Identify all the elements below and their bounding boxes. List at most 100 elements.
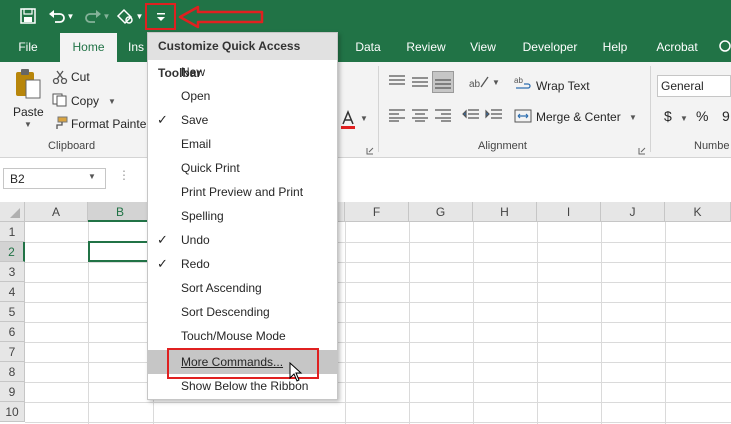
decrease-indent-icon[interactable] (462, 108, 480, 122)
tab-data[interactable]: Data (348, 33, 388, 62)
menu-item-redo[interactable]: ✓ Redo (148, 252, 337, 276)
merge-center-icon[interactable] (514, 108, 532, 124)
tab-view[interactable]: View (462, 33, 504, 62)
tab-developer[interactable]: Developer (516, 33, 584, 62)
tab-acrobat[interactable]: Acrobat (648, 33, 706, 62)
menu-item-email[interactable]: Email (148, 132, 337, 156)
merge-dropdown-icon[interactable]: ▼ (629, 113, 637, 122)
row-header[interactable]: 3 (0, 262, 25, 282)
row-header[interactable]: 10 (0, 402, 25, 422)
menu-item-label: Quick Print (181, 161, 240, 175)
row-header[interactable]: 5 (0, 302, 25, 322)
paste-label[interactable]: Paste (13, 105, 44, 119)
row-header[interactable]: 6 (0, 322, 25, 342)
annotation-arrow (178, 5, 264, 29)
menu-item-label: Email (181, 137, 212, 151)
font-dialog-launcher-icon[interactable] (366, 144, 374, 155)
menu-item-new[interactable]: New (148, 60, 337, 84)
menu-item-sort-descending[interactable]: Sort Descending (148, 300, 337, 324)
row-header[interactable]: 2 (0, 242, 25, 262)
wrap-text-button[interactable]: Wrap Text (536, 79, 590, 93)
orientation-icon[interactable]: ab (468, 74, 490, 90)
menu-title: Customize Quick Access Toolbar (148, 33, 337, 80)
tab-home[interactable]: Home (60, 33, 117, 62)
menu-item-touch-mouse-mode[interactable]: Touch/Mouse Mode (148, 324, 337, 348)
group-separator (378, 66, 379, 152)
row-header[interactable]: 8 (0, 362, 25, 382)
menu-item-save[interactable]: ✓ Save (148, 108, 337, 132)
menu-item-label: Sort Descending (181, 305, 270, 319)
middle-align-icon[interactable] (411, 74, 429, 88)
select-all-button[interactable] (0, 202, 25, 222)
column-header[interactable]: J (601, 202, 665, 222)
column-header[interactable]: A (25, 202, 88, 222)
font-color-dropdown-icon[interactable]: ▼ (360, 114, 368, 123)
tab-help[interactable]: Help (594, 33, 636, 62)
top-align-icon[interactable] (388, 74, 406, 88)
touch-mode-icon (116, 8, 133, 25)
copy-button[interactable]: Copy (71, 94, 99, 108)
orientation-dropdown-icon[interactable]: ▼ (492, 78, 500, 87)
merge-center-button[interactable]: Merge & Center (536, 110, 621, 124)
touch-mode-button[interactable]: ▼ (114, 4, 144, 28)
format-painter-icon[interactable] (52, 116, 68, 130)
column-header[interactable]: H (473, 202, 537, 222)
currency-button[interactable]: $ (664, 108, 672, 124)
copy-dropdown-icon[interactable]: ▼ (108, 97, 116, 106)
row-header[interactable]: 7 (0, 342, 25, 362)
wrap-text-icon[interactable]: ab (514, 76, 532, 92)
column-header[interactable]: G (409, 202, 473, 222)
worksheet-grid[interactable] (0, 200, 731, 424)
gridline (25, 262, 731, 263)
gridline (25, 302, 731, 303)
paste-button[interactable] (12, 68, 42, 100)
align-left-icon[interactable] (388, 108, 406, 122)
align-right-icon[interactable] (434, 108, 452, 122)
save-button[interactable] (16, 4, 40, 28)
format-painter-button[interactable]: Format Painter (71, 117, 150, 131)
alignment-dialog-launcher-icon[interactable] (638, 144, 646, 155)
undo-button[interactable]: ▼ (46, 4, 76, 28)
number-format-select[interactable]: General (657, 75, 731, 97)
font-color-button[interactable] (340, 110, 356, 130)
align-center-icon[interactable] (411, 108, 429, 122)
touch-dropdown-icon[interactable]: ▼ (136, 12, 144, 21)
menu-item-quick-print[interactable]: Quick Print (148, 156, 337, 180)
lightbulb-icon[interactable] (718, 33, 731, 62)
redo-dropdown-icon[interactable]: ▼ (103, 12, 111, 21)
redo-button[interactable]: ▼ (82, 4, 112, 28)
paste-dropdown-icon[interactable]: ▼ (24, 120, 32, 129)
svg-text:ab: ab (469, 79, 481, 90)
gridline (345, 222, 346, 424)
cut-icon[interactable] (52, 70, 68, 85)
percent-button[interactable]: % (696, 108, 708, 124)
currency-dropdown-icon[interactable]: ▼ (680, 114, 688, 123)
tab-review[interactable]: Review (400, 33, 452, 62)
row-header[interactable]: 9 (0, 382, 25, 402)
bottom-align-icon (435, 79, 451, 89)
column-header[interactable]: F (345, 202, 409, 222)
group-separator (650, 66, 651, 152)
menu-item-spelling[interactable]: Spelling (148, 204, 337, 228)
customize-qat-button[interactable] (145, 3, 176, 30)
bottom-align-button[interactable] (432, 71, 454, 93)
active-cell-b2[interactable] (88, 241, 153, 262)
menu-item-undo[interactable]: ✓ Undo (148, 228, 337, 252)
name-box-dropdown-icon[interactable]: ▼ (88, 172, 96, 181)
menu-item-sort-ascending[interactable]: Sort Ascending (148, 276, 337, 300)
tab-insert[interactable]: Ins (128, 33, 148, 62)
column-header[interactable]: B (88, 202, 153, 222)
menu-item-label: Save (181, 113, 209, 127)
increase-indent-icon[interactable] (485, 108, 503, 122)
tab-file[interactable]: File (7, 33, 49, 62)
row-header[interactable]: 1 (0, 222, 25, 242)
menu-item-print-preview[interactable]: Print Preview and Print (148, 180, 337, 204)
comma-style-button[interactable]: 9 (722, 108, 730, 124)
column-header[interactable]: K (665, 202, 731, 222)
row-header[interactable]: 4 (0, 282, 25, 302)
undo-dropdown-icon[interactable]: ▼ (67, 12, 75, 21)
copy-icon[interactable] (52, 93, 68, 107)
column-header[interactable]: I (537, 202, 601, 222)
cut-button[interactable]: Cut (71, 70, 90, 84)
menu-item-open[interactable]: Open (148, 84, 337, 108)
